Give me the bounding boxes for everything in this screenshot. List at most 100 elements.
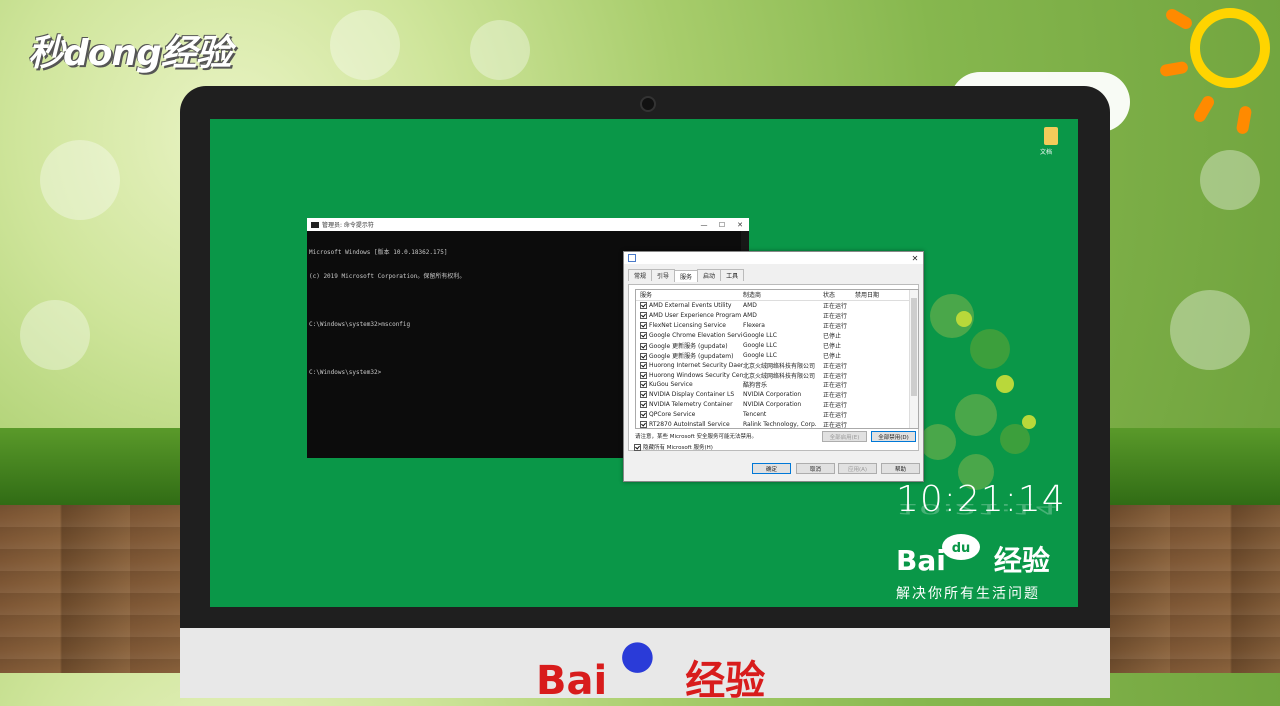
- service-maker: 北京火绒网络科技有限公司: [743, 372, 816, 380]
- chin-logo-suffix: 经验: [685, 658, 766, 704]
- grass-right: [1105, 428, 1280, 508]
- apply-button[interactable]: 应用(A): [838, 463, 877, 474]
- hide-ms-services[interactable]: 隐藏所有 Microsoft 服务(H): [634, 443, 713, 451]
- tab-tools[interactable]: 工具: [720, 269, 745, 281]
- service-row[interactable]: AMD External Events Utility AMD 正在运行: [636, 301, 918, 311]
- disable-all-button[interactable]: 全部禁用(D): [871, 431, 916, 442]
- service-maker: AMD: [743, 302, 757, 310]
- bokeh: [1170, 290, 1250, 370]
- col-maker[interactable]: 制造商: [743, 290, 823, 299]
- service-name[interactable]: AMD User Experience Program L...: [636, 312, 743, 320]
- checkbox[interactable]: [634, 443, 641, 451]
- service-label: NVIDIA Telemetry Container: [649, 401, 733, 409]
- service-name[interactable]: Google Chrome Elevation Service: [636, 332, 743, 339]
- checkbox[interactable]: [640, 302, 647, 310]
- bokeh: [330, 10, 400, 80]
- service-status: 正在运行: [823, 392, 848, 400]
- service-label: KuGou Service: [649, 381, 693, 389]
- service-row[interactable]: AMD User Experience Program L... AMD 正在运行: [636, 311, 918, 321]
- col-status[interactable]: 状态: [823, 290, 855, 299]
- decor-dot: [996, 375, 1014, 393]
- enable-all-button[interactable]: 全部启用(E): [822, 431, 867, 442]
- sun-ray: [1191, 93, 1217, 125]
- baidu-paw-icon: du: [942, 534, 980, 560]
- webcam: [640, 96, 656, 112]
- service-name[interactable]: NVIDIA Telemetry Container: [636, 401, 743, 409]
- service-name[interactable]: KuGou Service: [636, 381, 743, 389]
- tab-general[interactable]: 常规: [628, 269, 653, 281]
- service-name[interactable]: QPCore Service: [636, 411, 743, 419]
- close-button[interactable]: ✕: [731, 221, 749, 229]
- checkbox[interactable]: [640, 312, 647, 320]
- service-name[interactable]: Google 更新服务 (gupdate): [636, 341, 743, 350]
- close-button[interactable]: ✕: [907, 254, 923, 263]
- service-row[interactable]: Huorong Windows Security Center 北京火绒网络科技有…: [636, 370, 918, 380]
- col-disabled-date[interactable]: 禁用日期: [855, 290, 895, 299]
- service-label: Huorong Internet Security Daem...: [649, 361, 743, 369]
- checkbox[interactable]: [640, 381, 647, 389]
- scroll-thumb[interactable]: [911, 298, 917, 396]
- sun-ray: [1163, 6, 1195, 32]
- checkbox[interactable]: [640, 371, 647, 379]
- tab-bar: 常规 引导 服务 启动 工具: [628, 269, 923, 282]
- checkbox[interactable]: [640, 352, 647, 360]
- service-row[interactable]: NVIDIA Telemetry Container NVIDIA Corpora…: [636, 400, 918, 410]
- checkbox[interactable]: [640, 361, 647, 369]
- help-button[interactable]: 帮助: [881, 463, 920, 474]
- checkbox[interactable]: [640, 401, 647, 409]
- tab-startup[interactable]: 启动: [697, 269, 722, 281]
- service-maker: AMD: [743, 312, 757, 320]
- service-row[interactable]: KuGou Service 酷狗音乐 正在运行: [636, 380, 918, 390]
- service-label: Google 更新服务 (gupdatem): [649, 352, 734, 360]
- cancel-button[interactable]: 取消: [796, 463, 835, 474]
- minimize-button[interactable]: —: [695, 221, 713, 229]
- checkbox[interactable]: [640, 342, 647, 350]
- service-name[interactable]: RT2870 AutoInstall Service: [636, 421, 743, 428]
- col-service[interactable]: 服务: [636, 290, 743, 299]
- cmd-titlebar[interactable]: 管理员: 命令提示符 — ☐ ✕: [307, 218, 749, 231]
- service-name[interactable]: Google 更新服务 (gupdatem): [636, 351, 743, 360]
- service-row[interactable]: FlexNet Licensing Service Flexera 正在运行: [636, 321, 918, 331]
- checkbox[interactable]: [640, 391, 647, 399]
- service-maker: Ralink Technology, Corp.: [743, 421, 817, 429]
- service-name[interactable]: Huorong Internet Security Daem...: [636, 361, 743, 369]
- watermark-logo: 秒dong经验: [28, 33, 232, 74]
- service-row[interactable]: Google Chrome Elevation Service Google LL…: [636, 331, 918, 341]
- checkbox[interactable]: [640, 421, 647, 428]
- desktop-screen: 文档 管理员: 命令提示符 — ☐ ✕ Microsoft Windows [版…: [210, 119, 1078, 607]
- service-name[interactable]: FlexNet Licensing Service: [636, 322, 743, 330]
- service-row[interactable]: Google 更新服务 (gupdatem) Google LLC 已停止: [636, 350, 918, 360]
- service-name[interactable]: AMD External Events Utility: [636, 302, 743, 310]
- baidu-logo-suffix: 经验: [993, 544, 1050, 577]
- list-scrollbar[interactable]: [909, 290, 918, 428]
- folder-icon[interactable]: [1044, 127, 1058, 145]
- ok-button[interactable]: 确定: [752, 463, 791, 474]
- service-status: 已停止: [823, 342, 842, 350]
- service-row[interactable]: Huorong Internet Security Daem... 北京火绒网络科…: [636, 360, 918, 370]
- decor-circle: [970, 329, 1010, 369]
- dialog-titlebar[interactable]: ✕: [624, 252, 923, 264]
- decor-circle: [920, 424, 956, 460]
- checkbox[interactable]: [640, 332, 647, 339]
- service-row[interactable]: QPCore Service Tencent 正在运行: [636, 410, 918, 420]
- service-name[interactable]: NVIDIA Display Container LS: [636, 391, 743, 399]
- tab-services[interactable]: 服务: [674, 270, 699, 282]
- baidu-tagline: 解决你所有生活问题: [896, 586, 1040, 602]
- service-status: 已停止: [823, 352, 842, 360]
- service-row[interactable]: RT2870 AutoInstall Service Ralink Technol…: [636, 420, 918, 429]
- checkbox[interactable]: [640, 322, 647, 330]
- checkbox[interactable]: [640, 411, 647, 419]
- service-maker: Google LLC: [743, 351, 777, 359]
- decor-dot: [956, 311, 972, 327]
- service-label: Google 更新服务 (gupdate): [649, 342, 728, 350]
- maximize-button[interactable]: ☐: [713, 221, 731, 229]
- service-row[interactable]: NVIDIA Display Container LS NVIDIA Corpor…: [636, 390, 918, 400]
- msconfig-dialog[interactable]: ✕ 常规 引导 服务 启动 工具 服务 制造商 状态 禁用日期 AMD Exte…: [623, 251, 924, 482]
- cmd-icon: [311, 221, 319, 228]
- cmd-title: 管理员: 命令提示符: [322, 222, 374, 229]
- service-status: 正在运行: [823, 382, 848, 390]
- services-list[interactable]: 服务 制造商 状态 禁用日期 AMD External Events Utili…: [635, 289, 919, 429]
- tab-boot[interactable]: 引导: [651, 269, 676, 281]
- service-name[interactable]: Huorong Windows Security Center: [636, 371, 743, 379]
- service-row[interactable]: Google 更新服务 (gupdate) Google LLC 已停止: [636, 340, 918, 350]
